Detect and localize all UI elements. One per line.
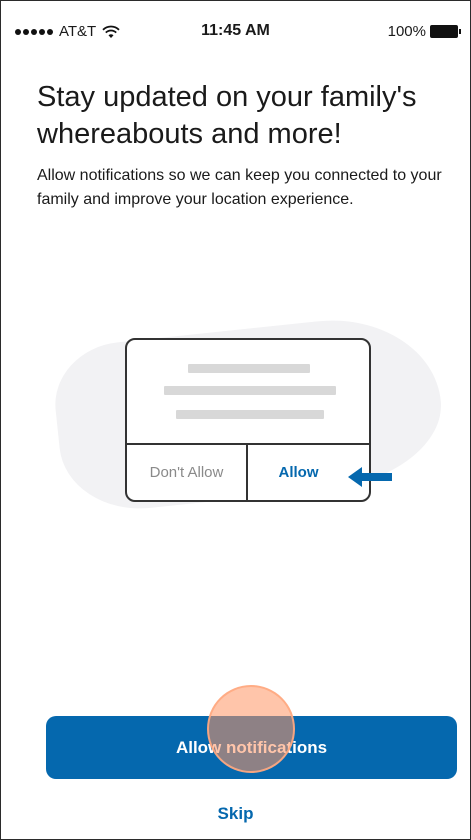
battery-percent: 100% [387, 23, 426, 40]
dont-allow-label: Don't Allow [127, 445, 248, 500]
page-title: Stay updated on your family's whereabout… [37, 81, 417, 150]
battery-status: 100% [387, 23, 461, 40]
app-screen: AT&T 11:45 AM 100% Stay updated on your … [0, 0, 471, 840]
notification-dialog-illustration: Don't Allow Allow [125, 338, 371, 502]
battery-icon [430, 25, 461, 38]
allow-notifications-button[interactable]: Allow notifications [46, 716, 457, 779]
arrow-left-icon [348, 467, 392, 487]
placeholder-line [176, 410, 324, 419]
dialog-button-row: Don't Allow Allow [127, 443, 369, 500]
skip-link[interactable]: Skip [1, 804, 470, 824]
page-description: Allow notifications so we can keep you c… [37, 167, 442, 208]
placeholder-line [188, 364, 310, 373]
status-bar: AT&T 11:45 AM 100% [1, 1, 470, 63]
placeholder-line [164, 386, 336, 395]
